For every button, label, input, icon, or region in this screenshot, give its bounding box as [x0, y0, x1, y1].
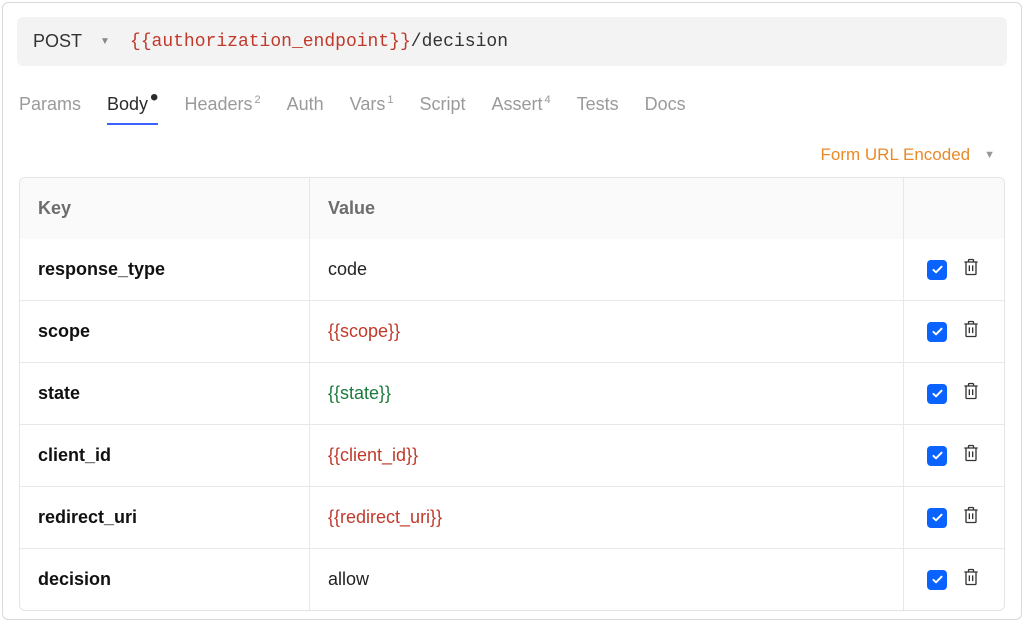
param-value: {{client_id}}	[328, 445, 418, 466]
delete-button[interactable]	[961, 256, 981, 283]
tab-label: Body	[107, 94, 148, 114]
delete-button[interactable]	[961, 318, 981, 345]
tab-label: Auth	[287, 94, 324, 114]
table-row: client_id {{client_id}}	[20, 424, 1004, 486]
param-value-cell[interactable]: {{client_id}}	[310, 425, 904, 486]
param-key[interactable]: decision	[20, 549, 310, 610]
tab-body[interactable]: Body•	[107, 94, 158, 125]
tab-vars[interactable]: Vars1	[350, 94, 394, 125]
table-row: decision allow	[20, 548, 1004, 610]
delete-button[interactable]	[961, 504, 981, 531]
column-header-key: Key	[20, 178, 310, 239]
param-value-cell[interactable]: {{state}}	[310, 363, 904, 424]
param-value: {{redirect_uri}}	[328, 507, 442, 528]
trash-icon	[961, 256, 981, 278]
param-key[interactable]: client_id	[20, 425, 310, 486]
trash-icon	[961, 504, 981, 526]
row-actions	[904, 549, 1004, 610]
column-header-actions	[904, 178, 1004, 239]
param-value-cell[interactable]: {{redirect_uri}}	[310, 487, 904, 548]
tab-params[interactable]: Params	[19, 94, 81, 125]
delete-button[interactable]	[961, 566, 981, 593]
row-actions	[904, 425, 1004, 486]
body-encoding-selector[interactable]: Form URL Encoded ▼	[3, 125, 1021, 177]
check-icon	[931, 263, 944, 276]
tab-label: Params	[19, 94, 81, 114]
enable-checkbox[interactable]	[927, 322, 947, 342]
param-value-cell[interactable]: code	[310, 239, 904, 300]
trash-icon	[961, 318, 981, 340]
param-value-cell[interactable]: {{scope}}	[310, 301, 904, 362]
param-value: {{state}}	[328, 383, 391, 404]
tab-headers[interactable]: Headers2	[184, 94, 260, 125]
body-encoding-label: Form URL Encoded	[821, 145, 971, 165]
url-variable: {{authorization_endpoint}}	[130, 32, 411, 52]
trash-icon	[961, 566, 981, 588]
enable-checkbox[interactable]	[927, 260, 947, 280]
enable-checkbox[interactable]	[927, 570, 947, 590]
table-row: redirect_uri {{redirect_uri}}	[20, 486, 1004, 548]
modified-dot-icon: •	[150, 84, 158, 111]
tab-tests[interactable]: Tests	[577, 94, 619, 125]
table-row: scope {{scope}}	[20, 300, 1004, 362]
param-value: allow	[328, 569, 369, 590]
tab-badge: 1	[387, 94, 393, 106]
request-editor: POST ▼ {{authorization_endpoint}}/decisi…	[2, 2, 1022, 620]
trash-icon	[961, 442, 981, 464]
param-value: {{scope}}	[328, 321, 400, 342]
tab-auth[interactable]: Auth	[287, 94, 324, 125]
enable-checkbox[interactable]	[927, 446, 947, 466]
row-actions	[904, 239, 1004, 300]
form-table: Key Value response_type code scope {{scope}…	[19, 177, 1005, 611]
enable-checkbox[interactable]	[927, 508, 947, 528]
tab-label: Headers	[184, 94, 252, 114]
param-value: code	[328, 259, 367, 280]
row-actions	[904, 363, 1004, 424]
tab-badge: 4	[545, 94, 551, 106]
row-actions	[904, 487, 1004, 548]
param-key[interactable]: redirect_uri	[20, 487, 310, 548]
trash-icon	[961, 380, 981, 402]
method-selector[interactable]: POST ▼	[33, 31, 130, 52]
tab-badge: 2	[255, 94, 261, 106]
tab-script[interactable]: Script	[419, 94, 465, 125]
table-row: response_type code	[20, 239, 1004, 300]
row-actions	[904, 301, 1004, 362]
request-tabs: Params Body• Headers2 Auth Vars1 Script Assert…	[3, 66, 1021, 125]
check-icon	[931, 573, 944, 586]
request-url[interactable]: {{authorization_endpoint}}/decision	[130, 32, 508, 52]
delete-button[interactable]	[961, 380, 981, 407]
url-bar: POST ▼ {{authorization_endpoint}}/decisi…	[17, 17, 1007, 66]
chevron-down-icon: ▼	[984, 149, 995, 161]
param-key[interactable]: state	[20, 363, 310, 424]
column-header-value: Value	[310, 178, 904, 239]
tab-docs[interactable]: Docs	[645, 94, 686, 125]
table-header-row: Key Value	[20, 178, 1004, 239]
method-label: POST	[33, 31, 82, 52]
check-icon	[931, 387, 944, 400]
url-path: /decision	[411, 32, 508, 52]
tab-label: Assert	[491, 94, 542, 114]
check-icon	[931, 511, 944, 524]
tab-assert[interactable]: Assert4	[491, 94, 550, 125]
check-icon	[931, 325, 944, 338]
table-row: state {{state}}	[20, 362, 1004, 424]
enable-checkbox[interactable]	[927, 384, 947, 404]
chevron-down-icon: ▼	[100, 36, 110, 47]
delete-button[interactable]	[961, 442, 981, 469]
param-value-cell[interactable]: allow	[310, 549, 904, 610]
check-icon	[931, 449, 944, 462]
tab-label: Script	[419, 94, 465, 114]
tab-label: Vars	[350, 94, 386, 114]
tab-label: Docs	[645, 94, 686, 114]
tab-label: Tests	[577, 94, 619, 114]
param-key[interactable]: scope	[20, 301, 310, 362]
param-key[interactable]: response_type	[20, 239, 310, 300]
